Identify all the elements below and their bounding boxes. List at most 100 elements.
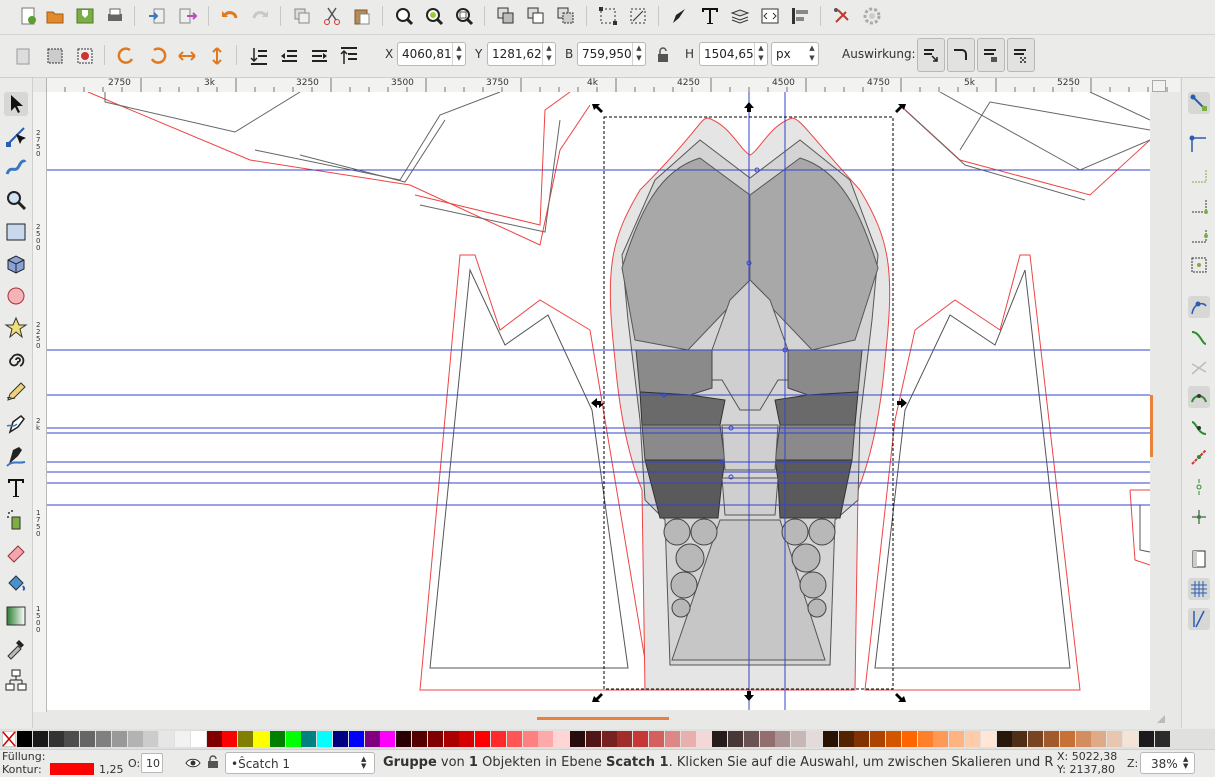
snap-bbox-icon[interactable] — [1188, 134, 1210, 156]
layer-icon[interactable] — [555, 5, 577, 27]
snap-center-icon[interactable] — [1188, 476, 1210, 498]
palette-swatch[interactable] — [538, 731, 554, 747]
palette-swatch[interactable] — [348, 731, 364, 747]
palette-swatch[interactable] — [32, 731, 48, 747]
align-icon[interactable] — [789, 5, 811, 27]
raise-icon[interactable] — [308, 45, 330, 67]
print-icon[interactable] — [104, 5, 126, 27]
palette-swatch[interactable] — [570, 731, 585, 747]
snap-grid-icon[interactable] — [1188, 578, 1210, 600]
palette-swatch[interactable] — [649, 731, 664, 747]
palette-swatch[interactable] — [728, 731, 743, 747]
palette-swatch[interactable] — [475, 731, 491, 747]
rectangle-tool-icon[interactable] — [4, 220, 28, 244]
zoom-selection-icon[interactable] — [393, 5, 415, 27]
layer-lock-icon[interactable] — [207, 755, 219, 769]
palette-swatch[interactable] — [822, 731, 838, 747]
selector-tool-icon[interactable] — [4, 92, 28, 116]
width-stepper[interactable]: ▲ ▼ — [632, 43, 645, 65]
text-tool-icon[interactable] — [699, 5, 721, 27]
snap-bbox-center-icon[interactable] — [1188, 254, 1210, 276]
snap-rotation-center-icon[interactable] — [1188, 506, 1210, 528]
opacity-spinbox[interactable]: 10 — [141, 753, 163, 773]
palette-swatch[interactable] — [285, 731, 301, 747]
palette-swatch[interactable] — [333, 731, 348, 747]
palette-swatch[interactable] — [412, 731, 427, 747]
palette-swatch[interactable] — [775, 731, 791, 747]
palette-swatch[interactable] — [1059, 731, 1075, 747]
palette-swatch[interactable] — [206, 731, 222, 747]
palette-swatch[interactable] — [554, 731, 570, 747]
rotate-cw-icon[interactable] — [146, 45, 168, 67]
palette-swatch[interactable] — [838, 731, 854, 747]
snap-nodes-icon[interactable] — [1188, 296, 1210, 318]
palette-swatch[interactable] — [791, 731, 807, 747]
layers-icon[interactable] — [729, 5, 751, 27]
scrollbar-thumb[interactable] — [537, 717, 669, 720]
redo-icon[interactable] — [249, 5, 271, 27]
scrollbar-thumb[interactable] — [1150, 395, 1153, 457]
vertical-ruler[interactable]: 2 7 5 0 2 5 0 0 2 2 5 0 2 k 1 7 5 0 1 5 … — [32, 92, 47, 712]
palette-swatch[interactable] — [1075, 731, 1091, 747]
x-stepper[interactable]: ▲ ▼ — [452, 43, 465, 65]
snap-intersection-icon[interactable] — [1188, 356, 1210, 378]
palette-swatch[interactable] — [933, 731, 949, 747]
vertical-scrollbar[interactable] — [1150, 92, 1180, 710]
gear-icon[interactable] — [861, 5, 883, 27]
palette-swatch[interactable] — [64, 731, 80, 747]
xml-editor-icon[interactable] — [759, 5, 781, 27]
paste-icon[interactable] — [351, 5, 373, 27]
zoom-spinbox[interactable]: 38% ▲ ▼ — [1140, 752, 1195, 774]
palette-swatch[interactable] — [854, 731, 870, 747]
palette-swatch[interactable] — [1091, 731, 1107, 747]
palette-swatch[interactable] — [222, 731, 238, 747]
select-all-icon[interactable] — [12, 45, 34, 67]
palette-swatch[interactable] — [1107, 731, 1123, 747]
drawing[interactable] — [47, 92, 1150, 710]
cut-icon[interactable] — [321, 5, 343, 27]
palette-swatch[interactable] — [506, 731, 522, 747]
snap-midpoint-icon[interactable] — [1188, 416, 1210, 438]
transform-icon[interactable] — [627, 5, 649, 27]
palette-swatch[interactable] — [17, 731, 32, 747]
pattern-outline-gray[interactable] — [104, 92, 301, 133]
palette-swatch[interactable] — [317, 731, 333, 747]
open-icon[interactable] — [44, 5, 66, 27]
palette-swatch[interactable] — [680, 731, 696, 747]
text-tool-icon[interactable] — [4, 476, 28, 500]
palette-swatch[interactable] — [807, 731, 822, 747]
palette-swatch[interactable] — [159, 731, 175, 747]
palette-swatch[interactable] — [980, 731, 996, 747]
torso-group[interactable] — [609, 117, 891, 691]
duplicate-icon[interactable] — [291, 5, 313, 27]
stroke-color-swatch[interactable] — [50, 763, 94, 775]
resize-grip-icon[interactable] — [1155, 713, 1167, 725]
y-stepper[interactable]: ▲ ▼ — [542, 43, 555, 65]
flip-vertical-icon[interactable] — [206, 45, 228, 67]
zoom-stepper[interactable]: ▲ ▼ — [1183, 756, 1188, 770]
palette-swatch[interactable] — [80, 731, 96, 747]
palette-swatch[interactable] — [712, 731, 728, 747]
snap-page-icon[interactable] — [1188, 548, 1210, 570]
preferences-icon[interactable] — [831, 5, 853, 27]
palette-swatch[interactable] — [743, 731, 759, 747]
palette-swatch[interactable] — [380, 731, 396, 747]
scale-stroke-toggle[interactable] — [917, 38, 945, 72]
palette-swatch[interactable] — [917, 731, 933, 747]
lower-to-bottom-icon[interactable] — [248, 45, 270, 67]
raise-to-top-icon[interactable] — [338, 45, 360, 67]
no-paint-icon[interactable] — [2, 731, 16, 747]
palette-swatch[interactable] — [633, 731, 649, 747]
palette-swatch[interactable] — [254, 731, 269, 747]
palette-swatch[interactable] — [190, 731, 206, 747]
snap-bbox-midpoint-icon[interactable] — [1188, 224, 1210, 246]
palette-swatch[interactable] — [491, 731, 506, 747]
calligraphy-tool-icon[interactable] — [4, 444, 28, 468]
lock-icon[interactable] — [525, 5, 547, 27]
canvas[interactable] — [47, 92, 1150, 710]
move-patterns-toggle[interactable] — [1007, 38, 1035, 72]
palette-swatch[interactable] — [901, 731, 917, 747]
height-stepper[interactable]: ▲ ▼ — [754, 43, 767, 65]
zoom-page-icon[interactable] — [453, 5, 475, 27]
snap-path-icon[interactable] — [1188, 326, 1210, 348]
